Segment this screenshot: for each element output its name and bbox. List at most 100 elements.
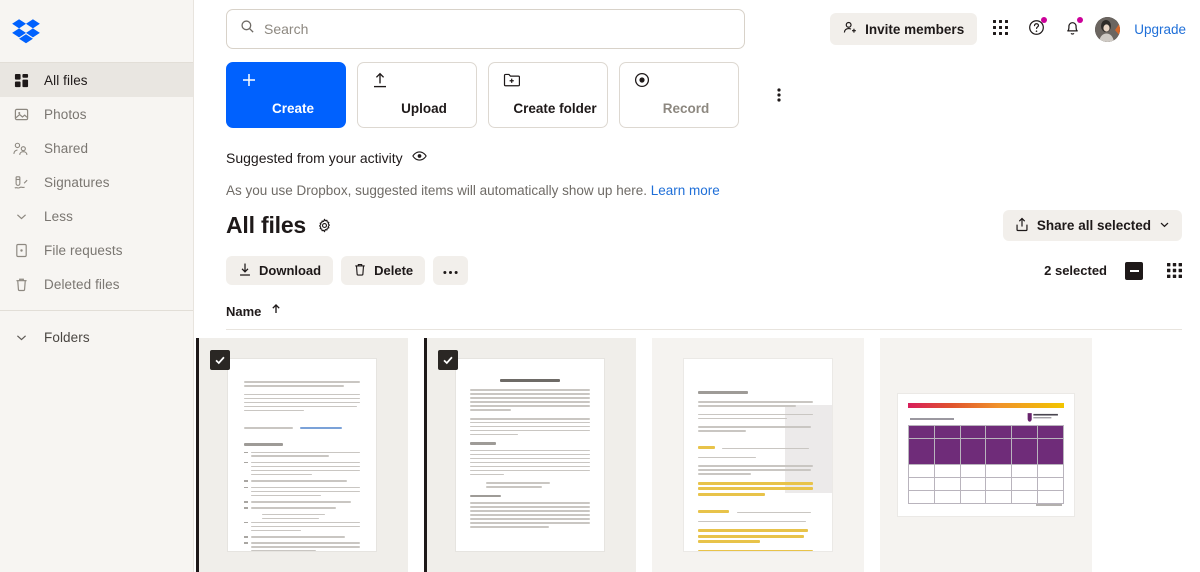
select-all-checkbox[interactable] <box>1125 261 1143 280</box>
suggested-description: As you use Dropbox, suggested items will… <box>194 166 1200 198</box>
suggested-heading-label: Suggested from your activity <box>226 149 403 166</box>
search-icon <box>240 19 255 39</box>
notifications-button[interactable] <box>1059 16 1085 42</box>
sidebar-item-shared[interactable]: Shared <box>0 131 193 165</box>
share-all-selected-label: Share all selected <box>1036 218 1151 233</box>
selected-count-label: 2 selected <box>1044 263 1107 278</box>
grid-view-icon[interactable] <box>1167 263 1182 278</box>
more-vertical-icon[interactable] <box>766 82 792 108</box>
download-button[interactable]: Download <box>226 256 334 285</box>
user-avatar[interactable] <box>1095 16 1121 42</box>
signature-pen-icon <box>12 173 30 191</box>
thumbnail-footer <box>1036 504 1062 506</box>
more-horizontal-icon <box>443 263 458 278</box>
sidebar-item-label: File requests <box>44 242 123 258</box>
plan-table <box>908 425 1064 505</box>
share-all-selected-button[interactable]: Share all selected <box>1002 210 1182 241</box>
sidebar-nav: All files Photos Shared Signatures Less … <box>0 63 193 354</box>
action-tiles: Create Upload Create folder Record <box>194 58 1200 128</box>
help-notification-badge <box>1041 17 1048 23</box>
column-header-row: Name <box>226 302 1182 330</box>
sidebar-item-photos[interactable]: Photos <box>0 97 193 131</box>
upload-label: Upload <box>401 101 447 116</box>
chevron-down-icon <box>12 328 30 346</box>
more-actions-button[interactable] <box>433 256 469 285</box>
sidebar-folders-label: Folders <box>44 329 90 345</box>
upgrade-link[interactable]: Upgrade <box>1134 22 1186 37</box>
sidebar: All files Photos Shared Signatures Less … <box>0 0 194 572</box>
dropbox-logo-icon <box>12 18 40 44</box>
record-circle-icon <box>634 72 738 94</box>
sidebar-item-folders[interactable]: Folders <box>0 320 193 354</box>
suggested-description-text: As you use Dropbox, suggested items will… <box>226 183 647 198</box>
delete-button[interactable]: Delete <box>341 256 426 285</box>
delete-label: Delete <box>374 263 414 278</box>
record-label: Record <box>662 101 710 116</box>
sidebar-item-all-files[interactable]: All files <box>0 63 193 97</box>
sidebar-item-label: Photos <box>44 106 87 122</box>
sidebar-divider <box>0 310 193 311</box>
brand-color-bar <box>908 403 1064 408</box>
gear-icon[interactable] <box>317 218 332 233</box>
university-logo <box>1027 413 1058 422</box>
sidebar-item-less[interactable]: Less <box>0 199 193 233</box>
search-input[interactable]: Search <box>226 9 745 49</box>
download-label: Download <box>259 263 322 278</box>
chevron-down-icon <box>12 207 30 225</box>
file-checkbox[interactable] <box>210 350 230 370</box>
download-icon <box>238 262 252 280</box>
indeterminate-dash-icon <box>1129 269 1139 272</box>
create-button[interactable]: Create <box>226 62 346 128</box>
share-up-icon <box>1015 217 1029 235</box>
table-row[interactable] <box>652 338 864 572</box>
sidebar-item-label: Shared <box>44 140 89 156</box>
photos-icon <box>12 105 30 123</box>
trash-icon <box>353 262 367 280</box>
top-bar: Search Invite members Upgrade <box>194 0 1200 58</box>
sidebar-item-label: Less <box>44 208 73 224</box>
create-label: Create <box>271 101 315 116</box>
table-row[interactable] <box>880 338 1092 572</box>
upload-button[interactable]: Upload <box>357 62 477 128</box>
notifications-badge <box>1077 17 1084 23</box>
main-content: Search Invite members Upgrade Create Upl… <box>194 0 1200 572</box>
dropbox-logo-link[interactable] <box>0 0 193 62</box>
help-button[interactable] <box>1023 16 1049 42</box>
invite-members-button[interactable]: Invite members <box>830 13 978 45</box>
file-request-icon <box>12 241 30 259</box>
sidebar-item-file-requests[interactable]: File requests <box>0 233 193 267</box>
plus-icon <box>241 72 345 94</box>
trash-icon <box>12 275 30 293</box>
sidebar-item-label: All files <box>44 72 88 88</box>
add-person-icon <box>843 20 858 38</box>
app-grid-icon <box>992 20 1008 38</box>
file-checkbox[interactable] <box>438 350 458 370</box>
thumbnail-caption <box>910 418 954 421</box>
create-folder-button[interactable]: Create folder <box>488 62 608 128</box>
sidebar-item-label: Deleted files <box>44 276 120 292</box>
table-row[interactable] <box>196 338 408 572</box>
shared-people-icon <box>12 139 30 157</box>
invite-members-label: Invite members <box>865 21 965 37</box>
record-button[interactable]: Record <box>619 62 739 128</box>
table-row[interactable] <box>424 338 636 572</box>
arrow-up-icon <box>270 302 282 320</box>
sidebar-item-label: Signatures <box>44 174 110 190</box>
column-header-name[interactable]: Name <box>226 304 261 319</box>
sidebar-item-deleted-files[interactable]: Deleted files <box>0 267 193 301</box>
search-placeholder: Search <box>264 21 309 37</box>
file-thumbnail <box>228 359 376 551</box>
folder-plus-icon <box>503 72 607 94</box>
app-grid-button[interactable] <box>987 16 1013 42</box>
learn-more-link[interactable]: Learn more <box>651 183 720 198</box>
file-thumbnail <box>898 394 1074 516</box>
file-grid <box>194 330 1200 572</box>
eye-icon[interactable] <box>411 149 427 166</box>
all-files-icon <box>12 71 30 89</box>
files-section-header: All files Share all selected <box>194 198 1200 241</box>
suggested-heading: Suggested from your activity <box>194 128 1200 166</box>
page-title: All files <box>226 212 307 238</box>
selection-toolbar: Download Delete 2 selected <box>194 241 1200 285</box>
file-thumbnail <box>684 359 832 551</box>
sidebar-item-signatures[interactable]: Signatures <box>0 165 193 199</box>
